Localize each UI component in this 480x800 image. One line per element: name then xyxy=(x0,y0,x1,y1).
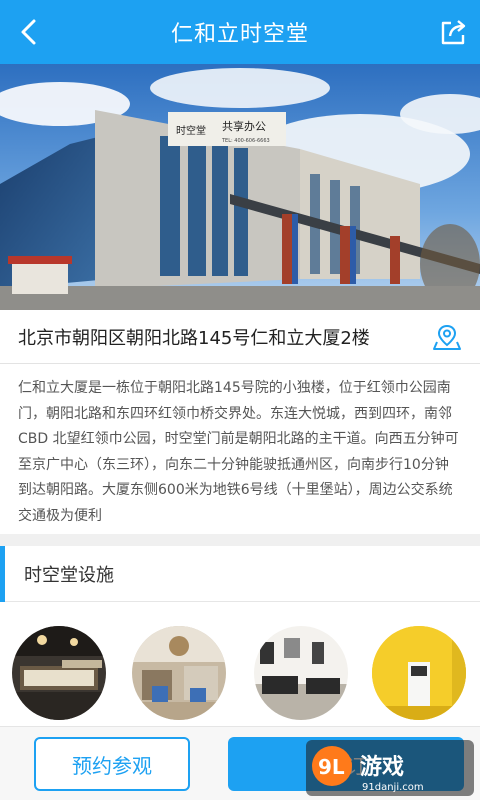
watermark-name: 游戏 xyxy=(360,754,404,780)
book-visit-button[interactable]: 预约参观 xyxy=(34,737,190,791)
address-text: 北京市朝阳区朝阳北路145号仁和立大厦2楼 xyxy=(18,327,370,349)
map-pin-icon[interactable] xyxy=(432,322,462,352)
watermark-logo: 9L 游戏 91danji.com xyxy=(306,740,474,796)
facilities-gallery xyxy=(0,618,480,720)
address-row[interactable]: 北京市朝阳区朝阳北路145号仁和立大厦2楼 xyxy=(0,310,480,364)
share-icon[interactable] xyxy=(438,18,468,48)
section-divider xyxy=(0,534,480,546)
description-text: 仁和立大厦是一栋位于朝阳北路145号院的小独楼，位于红领巾公园南门，朝阳北路和东… xyxy=(18,380,459,524)
building-photo: 时空堂 共享办公 TEL: 400-606-6663 xyxy=(0,64,480,310)
sign-text-right: 共享办公 xyxy=(222,119,266,133)
sign-text-tel: TEL: 400-606-6663 xyxy=(221,138,270,144)
watermark-logo-text: 9L xyxy=(318,755,345,779)
facility-photo-lounge[interactable] xyxy=(12,626,106,720)
page-title: 仁和立时空堂 xyxy=(170,22,309,47)
facilities-title: 时空堂设施 xyxy=(24,564,114,586)
facility-photo-reception[interactable] xyxy=(372,626,466,720)
back-arrow-icon[interactable] xyxy=(14,16,46,48)
section-accent-bar xyxy=(0,546,5,602)
facilities-header: 时空堂设施 xyxy=(0,546,480,602)
facility-photo-dining[interactable] xyxy=(132,626,226,720)
watermark-url: 91danji.com xyxy=(362,782,424,793)
facility-photo-game-room[interactable] xyxy=(254,626,348,720)
sign-text-left: 时空堂 xyxy=(176,124,206,137)
app-header: 仁和立时空堂 xyxy=(0,0,480,64)
